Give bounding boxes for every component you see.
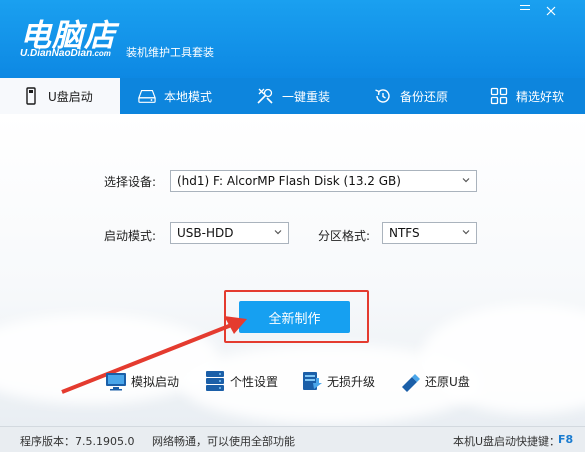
partition-select[interactable]: NTFS [382, 222, 477, 244]
logo-url: U.DianNaoDian.com [20, 48, 111, 59]
boot-mode-select[interactable]: USB-HDD [170, 222, 289, 244]
app-header: 电脑店 U.DianNaoDian.com 装机维护工具套装 [0, 0, 585, 78]
tab-u-disk-boot[interactable]: U盘启动 [0, 78, 120, 114]
logo-url-suffix: .com [92, 49, 111, 58]
server-icon [206, 371, 224, 391]
partition-label: 分区格式: [318, 229, 371, 243]
tool-label: 模拟启动 [131, 374, 180, 389]
partition-value: NTFS [389, 226, 420, 240]
chevron-down-icon [462, 178, 470, 183]
grid-icon [490, 87, 508, 105]
device-select-value: (hd1) F: AlcorMP Flash Disk (13.2 GB) [177, 174, 401, 188]
hotkey-value: F8 [558, 433, 574, 446]
boot-mode-label: 启动模式: [104, 229, 157, 243]
hotkey-label: 本机U盘启动快捷键： [453, 435, 561, 448]
simulate-boot-button[interactable]: 模拟启动 [104, 368, 179, 394]
close-button[interactable] [546, 5, 556, 19]
tab-backup-restore[interactable]: 备份还原 [374, 78, 484, 114]
boot-mode-value: USB-HDD [177, 226, 234, 240]
status-bar: 程序版本：7.5.1905.0 网络畅通，可以使用全部功能 本机U盘启动快捷键：… [0, 426, 585, 452]
tab-label: U盘启动 [48, 89, 93, 104]
version-text: 程序版本：7.5.1905.0 [20, 435, 135, 448]
tab-featured-software[interactable]: 精选好软 [490, 78, 585, 114]
network-status-text: 网络畅通，可以使用全部功能 [152, 435, 295, 448]
logo-url-main: U.DianNaoDian [20, 48, 93, 59]
device-label: 选择设备: [104, 175, 157, 189]
main-nav: U盘启动 本地模式 一键重装 备份还原 精选好软 [0, 78, 585, 114]
upgrade-icon [303, 372, 322, 390]
chevron-down-icon [462, 230, 470, 235]
usb-icon [26, 87, 36, 105]
tab-label: 精选好软 [516, 89, 565, 104]
tool-label: 个性设置 [230, 374, 279, 389]
tools-icon [257, 88, 273, 104]
monitor-icon [106, 373, 126, 391]
tool-label: 无损升级 [327, 374, 376, 389]
usb-drive-icon [402, 374, 420, 392]
restore-icon [375, 89, 390, 103]
main-panel [0, 114, 585, 426]
tab-label: 一键重装 [282, 89, 331, 104]
personal-settings-button[interactable]: 个性设置 [203, 368, 278, 394]
tool-label: 还原U盘 [425, 374, 470, 389]
tab-one-click-reinstall[interactable]: 一键重装 [256, 78, 366, 114]
app-tagline: 装机维护工具套装 [126, 46, 214, 59]
chevron-down-icon [274, 230, 282, 235]
tab-local-mode[interactable]: 本地模式 [138, 78, 248, 114]
minimize-button[interactable] [520, 5, 530, 13]
restore-usb-button[interactable]: 还原U盘 [398, 368, 470, 394]
lossless-upgrade-button[interactable]: 无损升级 [300, 368, 375, 394]
close-icon [546, 6, 556, 16]
hard-disk-icon [138, 90, 156, 103]
tab-label: 本地模式 [164, 89, 213, 104]
create-new-button[interactable]: 全新制作 [239, 301, 350, 333]
tab-label: 备份还原 [400, 89, 449, 104]
device-select[interactable]: (hd1) F: AlcorMP Flash Disk (13.2 GB) [170, 170, 477, 192]
